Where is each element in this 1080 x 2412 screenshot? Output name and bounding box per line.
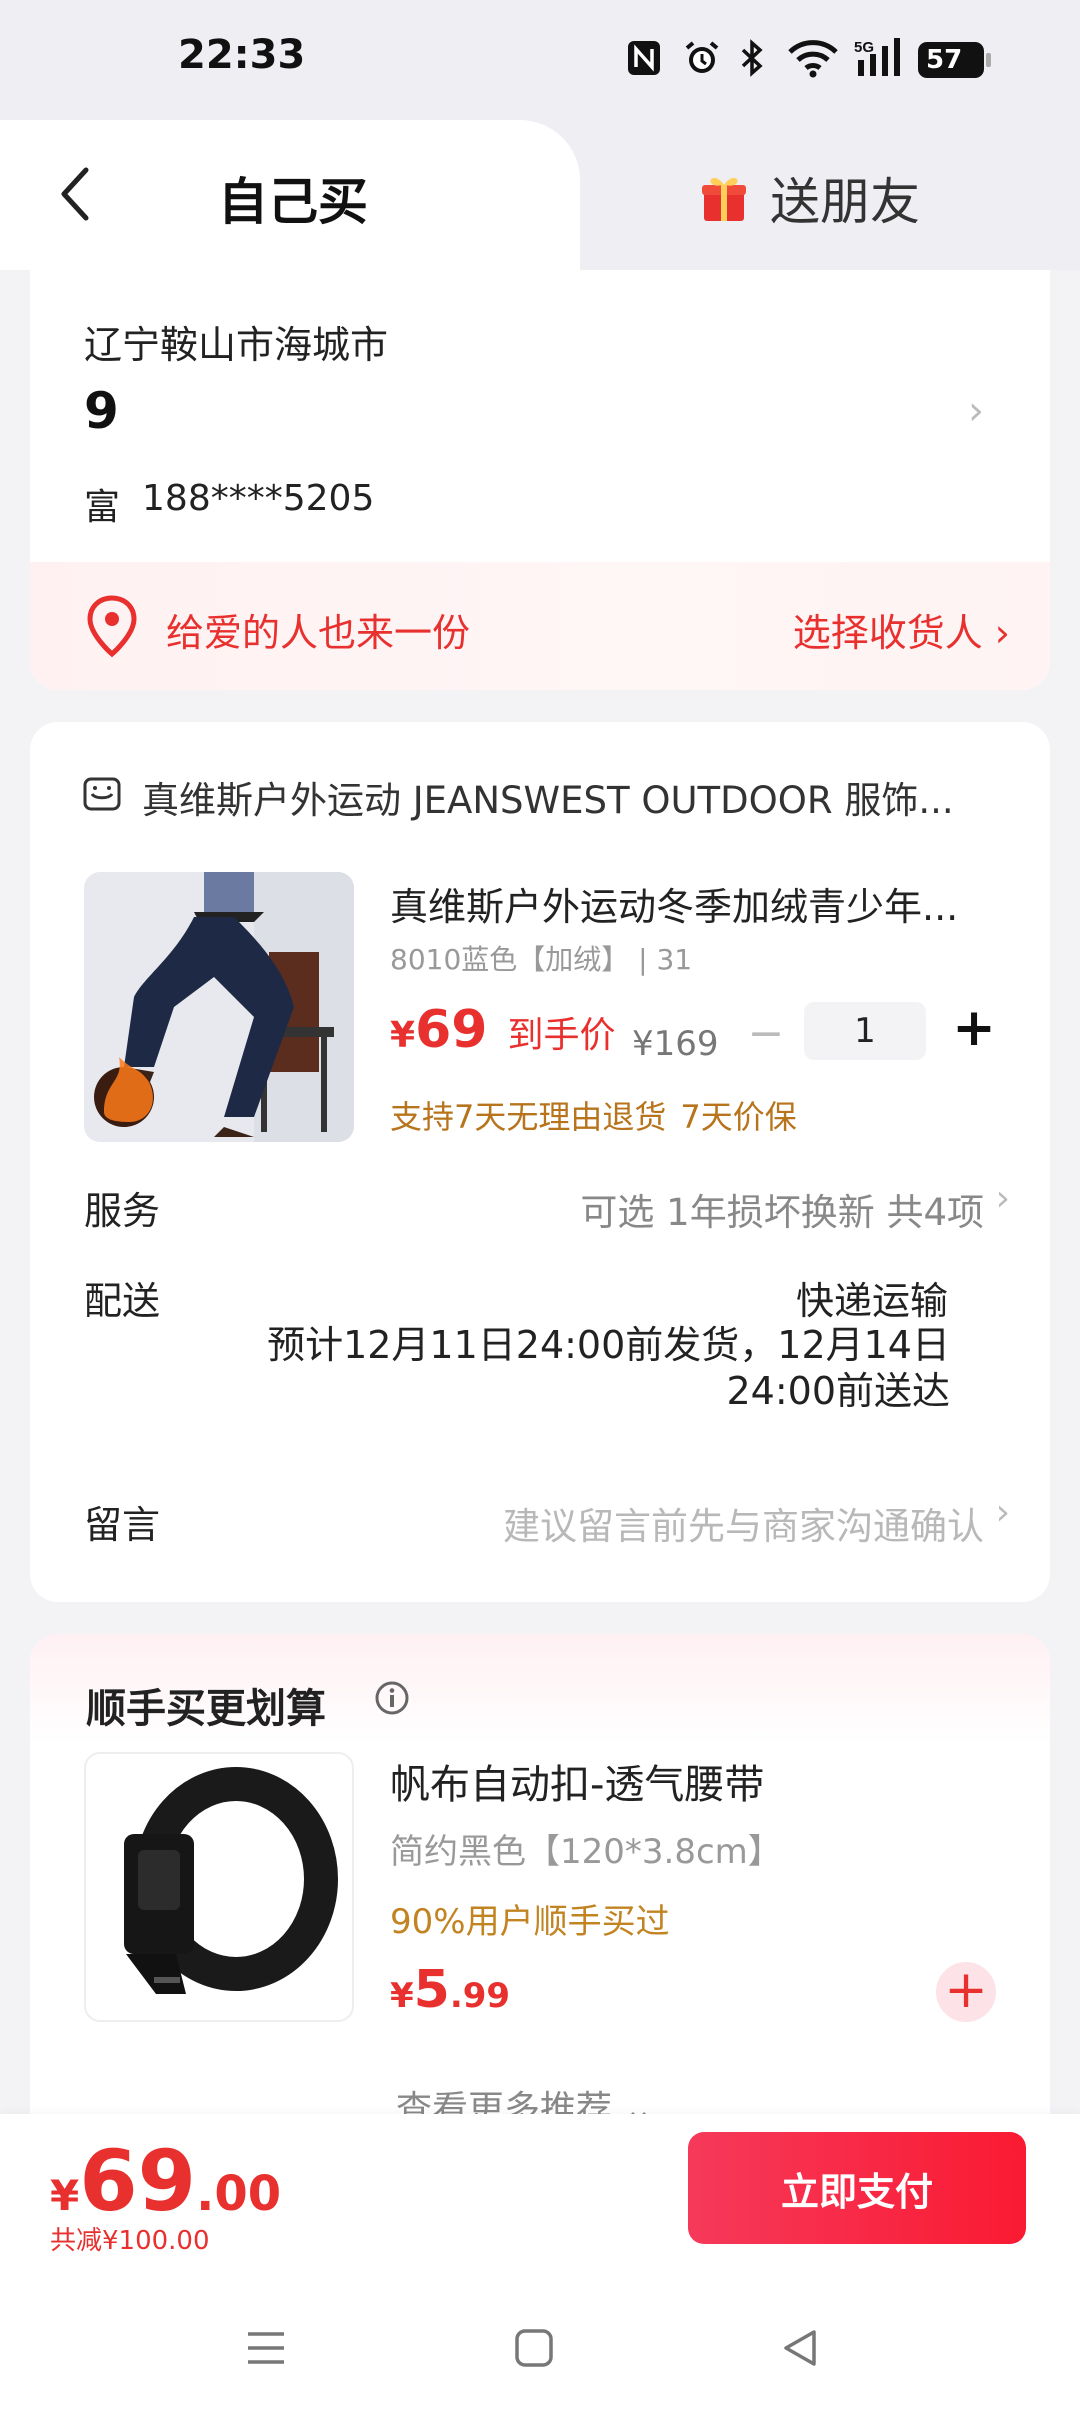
total-dec: .00 [196, 2166, 282, 2222]
location-pin-icon [87, 595, 137, 658]
recommend-card: 顺手买更划算 帆布自动扣-透气腰带 简约黑色【120*3.8cm】 90%用户顺… [30, 1634, 1050, 2114]
address-chevron-icon[interactable]: › [968, 388, 984, 434]
recommend-item-image[interactable] [84, 1752, 354, 2022]
more-recommend-link[interactable]: 查看更多推荐 ⌄ [396, 2080, 654, 2114]
store-icon [83, 777, 121, 811]
checkout-bar: ¥ 69 .00 共减¥100.00 立即支付 [0, 2114, 1080, 2286]
delivery-eta: 预计12月11日24:00前发货，12月14日24:00前送达 [267, 1323, 950, 1413]
recommend-price-int: 5 [413, 1960, 450, 2020]
total-discount: 共减¥100.00 [50, 2226, 210, 2256]
back-arrow-icon[interactable] [56, 164, 96, 224]
gift-icon [702, 178, 746, 221]
service-chevron-icon[interactable]: › [996, 1178, 1010, 1219]
status-bar: 22:33 5G 57 [0, 0, 1080, 120]
chevron-right-icon: › [994, 611, 1010, 655]
alarm-icon [680, 38, 724, 78]
guarantee-price: 7天价保 [680, 1098, 797, 1136]
quantity-plus-button[interactable]: + [952, 1000, 996, 1056]
message-input[interactable]: 建议留言前先与商家沟通确认 [503, 1496, 984, 1550]
tab-send-friend[interactable]: 送朋友 [700, 162, 920, 234]
recommend-item-price: ¥ 5 .99 [390, 1960, 510, 2020]
tab-self-buy-label: 自己买 [218, 173, 368, 231]
message-label: 留言 [84, 1503, 161, 1547]
quantity-input[interactable]: 1 [804, 1002, 926, 1060]
product-price: ¥ 69 到手价 [390, 1000, 615, 1060]
address-region: 辽宁鞍山市海城市 [84, 323, 389, 367]
address-card[interactable]: 辽宁鞍山市海城市 9 › 富 188****5205 给爱的人也来一份 选择收货… [30, 270, 1050, 690]
select-recipient-label: 选择收货人 [792, 611, 983, 655]
recommend-item-note: 90%用户顺手买过 [390, 1902, 670, 1942]
add-recommend-button[interactable]: + [936, 1962, 996, 2022]
total-symbol: ¥ [50, 2171, 80, 2220]
wifi-icon [786, 38, 840, 78]
service-label: 服务 [84, 1189, 161, 1233]
tab-header: 自己买 送朋友 [0, 120, 1080, 270]
original-price: ¥169 [632, 1024, 719, 1064]
recommend-item-spec: 简约黑色【120*3.8cm】 [390, 1832, 782, 1872]
gift-recipient-strip[interactable]: 给爱的人也来一份 选择收货人 › [30, 562, 1050, 690]
tab-self-buy[interactable]: 自己买 [0, 120, 580, 270]
home-icon[interactable] [512, 2326, 556, 2370]
signal-icon: 5G [854, 38, 904, 78]
address-contact: 富 188****5205 [84, 478, 374, 530]
select-recipient-link[interactable]: 选择收货人 › [793, 602, 1010, 657]
order-card: 真维斯户外运动 JEANSWEST OUTDOOR 服饰... 真维斯户外运动冬… [30, 722, 1050, 1602]
menu-icon[interactable] [244, 2326, 288, 2370]
battery-icon: 57 [918, 42, 991, 78]
nfc-icon [624, 38, 664, 78]
product-title[interactable]: 真维斯户外运动冬季加绒青少年... [390, 876, 990, 931]
info-icon[interactable] [374, 1680, 410, 1716]
service-value[interactable]: 可选 1年损坏换新 共4项 [580, 1182, 984, 1236]
product-spec[interactable]: 8010蓝色【加绒】 | 31 [390, 938, 692, 978]
quantity-minus-button[interactable]: − [746, 1008, 786, 1059]
total-price: ¥ 69 .00 [50, 2132, 281, 2230]
recipient-phone: 188****5205 [142, 478, 375, 519]
status-time: 22:33 [178, 32, 306, 78]
price-value: 69 [415, 1000, 488, 1060]
recipient-name: 富 [84, 487, 121, 528]
guarantee-tags: 支持7天无理由退货 7天价保 [390, 1092, 797, 1138]
recommend-price-symbol: ¥ [390, 1976, 414, 2016]
delivery-method: 快递运输 [795, 1279, 948, 1323]
tab-send-friend-label: 送朋友 [770, 173, 920, 231]
product-image[interactable] [84, 872, 354, 1142]
system-nav-bar [0, 2286, 1080, 2412]
price-tag: 到手价 [507, 1015, 616, 1056]
recommend-price-dec: .99 [449, 1976, 511, 2016]
message-chevron-icon[interactable]: › [996, 1492, 1010, 1533]
delivery-label: 配送 [84, 1279, 161, 1323]
bluetooth-icon [734, 38, 770, 78]
gift-prompt: 给爱的人也来一份 [166, 611, 471, 655]
recommend-item-name[interactable]: 帆布自动扣-透气腰带 [390, 1752, 764, 1810]
price-symbol: ¥ [390, 1015, 416, 1056]
guarantee-return: 支持7天无理由退货 [390, 1098, 667, 1136]
total-int: 69 [79, 2132, 197, 2230]
pay-now-button[interactable]: 立即支付 [688, 2132, 1026, 2244]
recommend-title: 顺手买更划算 [86, 1686, 326, 1732]
svg-text:5G: 5G [854, 39, 874, 56]
store-name[interactable]: 真维斯户外运动 JEANSWEST OUTDOOR 服饰... [142, 770, 1002, 824]
address-detail: 9 [84, 382, 119, 440]
back-icon[interactable] [778, 2326, 822, 2370]
